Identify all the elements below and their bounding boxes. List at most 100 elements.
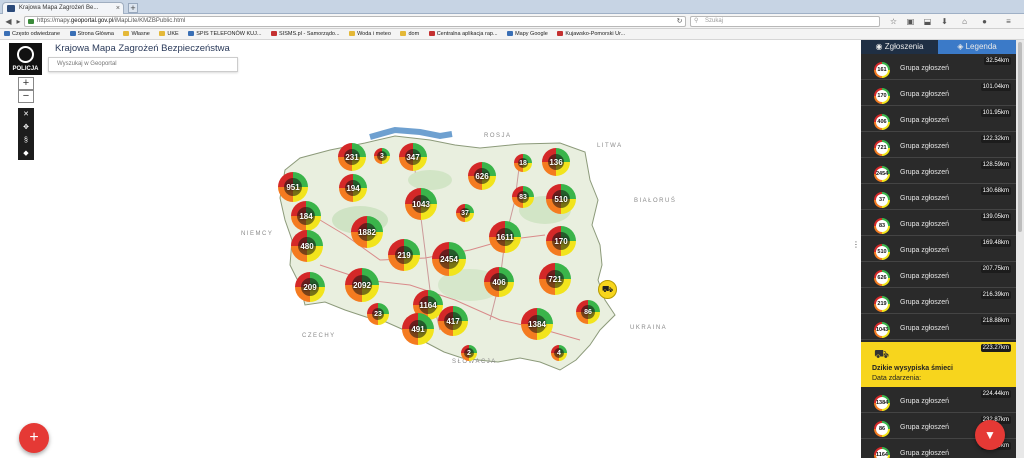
chat-icon[interactable]: ● xyxy=(979,16,990,27)
map-cluster-marker[interactable]: 951 xyxy=(278,172,308,202)
map-cluster-marker[interactable]: 4 xyxy=(551,345,567,361)
measure-icon[interactable]: § xyxy=(18,134,34,147)
list-item[interactable]: 37 Grupa zgłoszeń 130.68km xyxy=(861,186,1016,210)
map-cluster-marker[interactable]: 2092 xyxy=(345,268,379,302)
locate-icon[interactable]: ✥ xyxy=(18,121,34,134)
map-cluster-marker[interactable]: 2454 xyxy=(432,242,466,276)
download-icon[interactable]: ⬇ xyxy=(939,16,950,27)
map-cluster-marker[interactable]: 23 xyxy=(367,303,389,325)
browser-tab[interactable]: Krajowa Mapa Zagrożeń Be... × xyxy=(2,2,124,14)
list-item[interactable]: 219 Grupa zgłoszeń 216.39km xyxy=(861,290,1016,314)
bookmark-item[interactable]: SISMS.pl - Samorządo... xyxy=(271,29,340,39)
star-icon[interactable]: ☆ xyxy=(888,16,899,27)
close-tab-icon[interactable]: × xyxy=(116,3,120,14)
map-cluster-marker[interactable]: 510 xyxy=(546,184,576,214)
map-cluster-marker[interactable]: 1384 xyxy=(521,308,553,340)
bookmark-folder[interactable]: dom xyxy=(400,29,419,39)
map-cluster-marker[interactable]: 37 xyxy=(456,204,474,222)
filter-button[interactable]: ▼ xyxy=(975,420,1005,450)
map-cluster-marker[interactable]: 136 xyxy=(542,148,570,176)
magnifier-icon: ⚲ xyxy=(694,18,699,24)
list-item[interactable]: 721 Grupa zgłoszeń 122.32km xyxy=(861,134,1016,158)
map-cluster-marker[interactable]: 3 xyxy=(374,148,390,164)
app-viewport: ROSJA LITWA BIAŁORUŚ NIEMCY CZECHY UKRAI… xyxy=(0,40,1024,458)
map-cluster-marker[interactable]: 347 xyxy=(399,143,427,171)
map-cluster-marker[interactable]: 86 xyxy=(576,300,600,324)
map-cluster-marker[interactable]: 406 xyxy=(484,267,514,297)
map-cluster-marker[interactable]: 626 xyxy=(468,162,496,190)
reload-icon[interactable]: ↻ xyxy=(674,16,685,27)
country-label-czechy: CZECHY xyxy=(302,333,336,339)
scrollbar-thumb[interactable] xyxy=(1018,42,1022,232)
bookmark-folder[interactable]: UKE xyxy=(159,29,179,39)
list-item[interactable]: 1043 Grupa zgłoszeń 218.88km xyxy=(861,316,1016,340)
map-cluster-marker[interactable]: 184 xyxy=(291,201,321,231)
list-item[interactable]: 161 Grupa zgłoszeń 32.54km xyxy=(861,56,1016,80)
bookmark-folder[interactable]: Woda i meteo xyxy=(349,29,391,39)
new-tab-button[interactable]: + xyxy=(128,3,138,13)
tag-icon[interactable]: ◆ xyxy=(18,147,34,160)
map-cluster-marker[interactable]: 170 xyxy=(546,226,576,256)
list-item[interactable]: 83 Grupa zgłoszeń 139.05km xyxy=(861,212,1016,236)
map-cluster-marker[interactable]: 480 xyxy=(291,230,323,262)
map-background xyxy=(279,126,616,371)
country-label-rosja: ROSJA xyxy=(484,133,512,139)
map-cluster-marker[interactable]: 83 xyxy=(512,186,534,208)
bookmark-item[interactable]: SPIS TELEFONÓW KUJ... xyxy=(188,29,262,39)
baltic-sea-shape xyxy=(369,126,453,140)
special-report-item[interactable]: 223.27km ⛟ Dzikie wysypiska śmieci Data … xyxy=(861,342,1016,387)
map-cluster-marker[interactable]: 491 xyxy=(402,313,434,345)
list-item[interactable]: 626 Grupa zgłoszeń 207.75km xyxy=(861,264,1016,288)
map-cluster-marker[interactable]: 194 xyxy=(339,174,367,202)
add-report-button[interactable]: + xyxy=(19,423,49,453)
forward-arrow-icon[interactable]: ▸ xyxy=(13,16,24,27)
zoom-out-button[interactable]: − xyxy=(18,90,34,103)
tab-legenda[interactable]: ◈ Legenda xyxy=(938,40,1016,54)
more-options-icon[interactable]: ⋮ xyxy=(852,241,860,249)
tab-zgloszenia[interactable]: ◉ Zgłoszenia xyxy=(861,40,938,54)
forest-area xyxy=(408,170,452,190)
map-cluster-marker[interactable]: 219 xyxy=(388,239,420,271)
map-canvas[interactable]: ROSJA LITWA BIAŁORUŚ NIEMCY CZECHY UKRAI… xyxy=(0,40,860,458)
garbage-dump-marker-icon[interactable]: ⛟ xyxy=(598,280,617,299)
bookmark-item[interactable]: Kujawsko-Pomorski Ur... xyxy=(557,29,625,39)
list-item[interactable]: 1384 Grupa zgłoszeń 224.44km xyxy=(861,389,1016,413)
list-item[interactable]: 2454 Grupa zgłoszeń 128.59km xyxy=(861,160,1016,184)
list-icon: ◉ xyxy=(875,42,885,51)
bookmark-item[interactable]: Centralna aplikacja rap... xyxy=(428,29,498,39)
list-item[interactable]: 406 Grupa zgłoszeń 101.95km xyxy=(861,108,1016,132)
browser-search-field[interactable]: ⚲ Szukaj xyxy=(690,16,880,27)
map-cluster-marker[interactable]: 1611 xyxy=(489,221,521,253)
page-scrollbar[interactable] xyxy=(1016,40,1024,458)
url-bar[interactable]: https://mapy.geoportal.gov.pl/iMapLite/K… xyxy=(24,16,686,27)
browser-nav-bar: ◀ ▸ https://mapy.geoportal.gov.pl/iMapLi… xyxy=(0,14,1024,29)
logo-text: POLICJA xyxy=(12,66,39,72)
map-cluster-marker[interactable]: 18 xyxy=(514,154,532,172)
bookmark-folder[interactable]: Własne xyxy=(123,29,150,39)
list-item[interactable]: 510 Grupa zgłoszeń 169.48km xyxy=(861,238,1016,262)
clipboard-icon[interactable]: ▣ xyxy=(905,16,916,27)
map-cluster-marker[interactable]: 417 xyxy=(438,306,468,336)
sidebar-tabs: ◉ Zgłoszenia ◈ Legenda xyxy=(861,40,1016,54)
map-cluster-marker[interactable]: 1882 xyxy=(351,216,383,248)
site-favicon-icon xyxy=(7,5,15,12)
bookmark-item[interactable]: Mapy Google xyxy=(507,29,548,39)
geoportal-search-input[interactable]: Wyszukaj w Geoportal xyxy=(48,57,238,72)
police-star-icon xyxy=(17,46,34,63)
country-label-slowacja: SŁOWACJA xyxy=(452,359,497,365)
map-cluster-marker[interactable]: 231 xyxy=(338,143,366,171)
bookmark-item[interactable]: Często odwiedzane xyxy=(4,29,60,39)
bookmark-item[interactable]: Strona Główna xyxy=(69,29,114,39)
map-cluster-marker[interactable]: 1043 xyxy=(405,188,437,220)
garbage-truck-icon: ⛟ xyxy=(874,347,890,361)
country-label-ukraina: UKRAINA xyxy=(630,325,668,331)
fullscreen-icon[interactable]: ✕ xyxy=(18,108,34,121)
home-icon[interactable]: ⌂ xyxy=(959,16,970,27)
map-cluster-marker[interactable]: 2 xyxy=(461,345,477,361)
hamburger-menu-icon[interactable]: ≡ xyxy=(1003,16,1014,27)
list-item[interactable]: 170 Grupa zgłoszeń 101.04km xyxy=(861,82,1016,106)
pocket-icon[interactable]: ⬓ xyxy=(922,16,933,27)
zoom-in-button[interactable]: + xyxy=(18,77,34,90)
map-cluster-marker[interactable]: 721 xyxy=(539,263,571,295)
map-cluster-marker[interactable]: 209 xyxy=(295,272,325,302)
